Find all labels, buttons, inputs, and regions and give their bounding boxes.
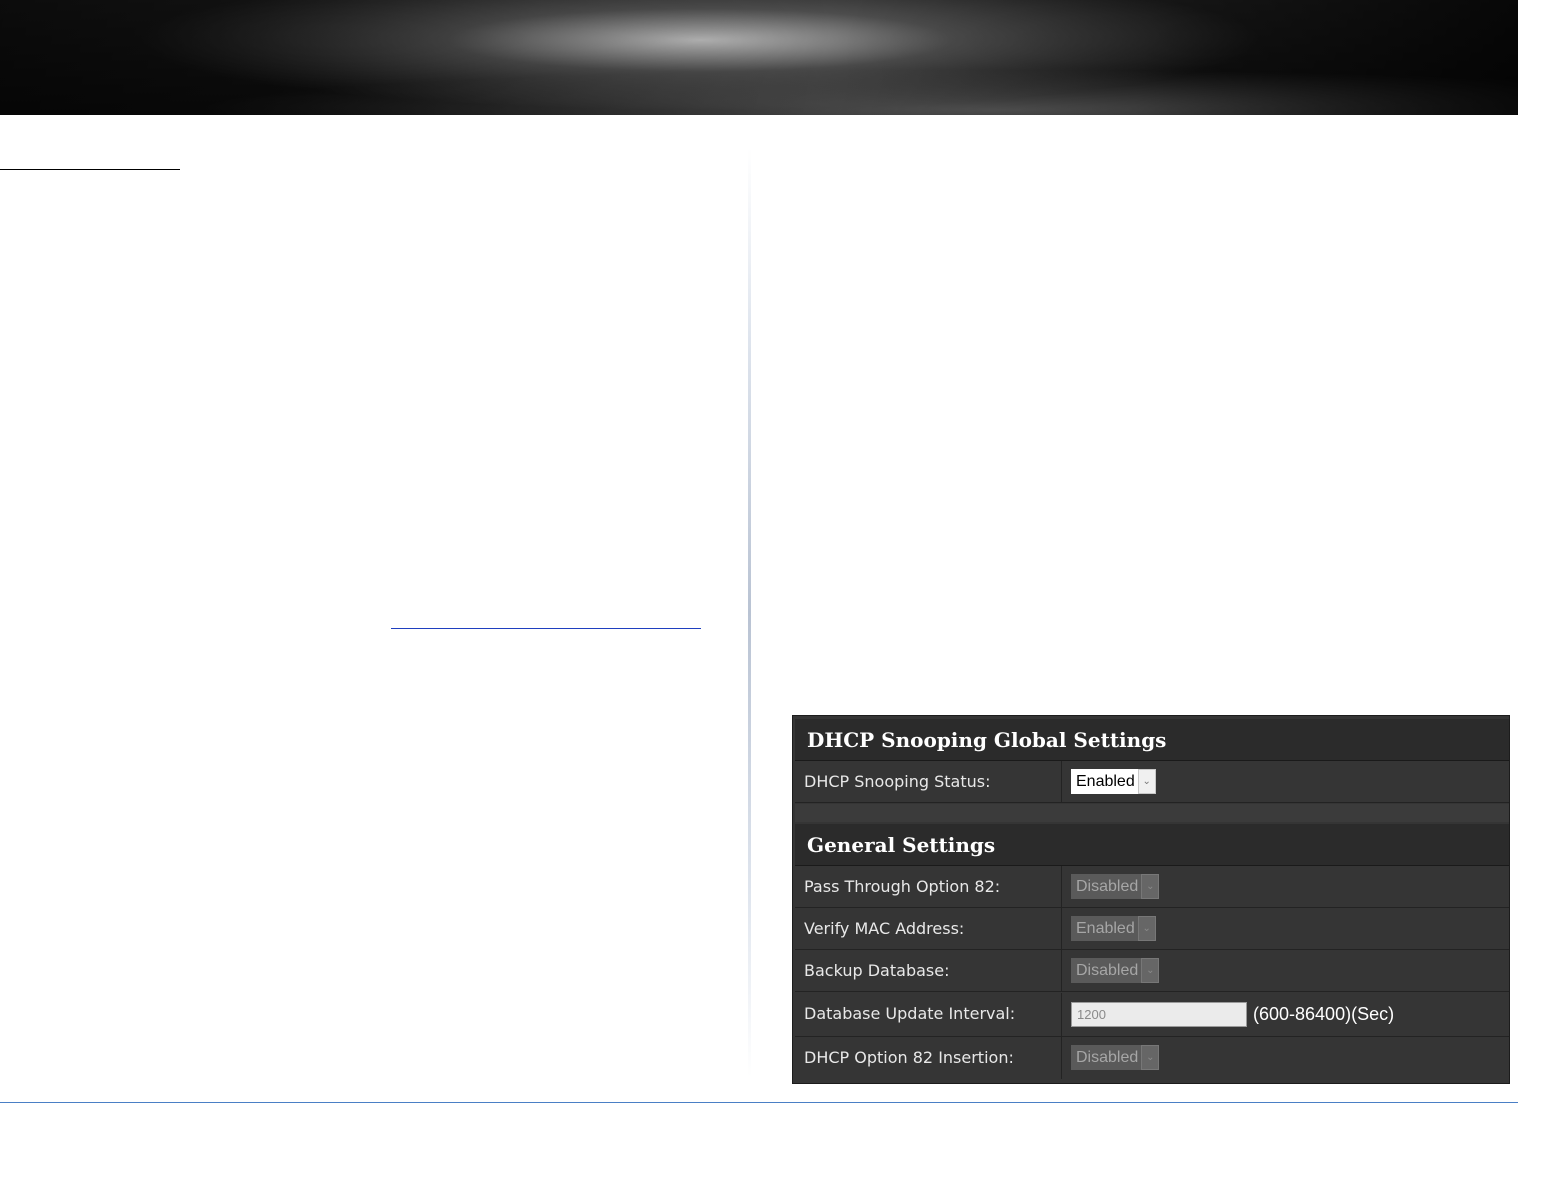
pass-through-option82-selected: Disabled	[1071, 874, 1142, 899]
pass-through-option82-label: Pass Through Option 82:	[795, 866, 1062, 907]
chevron-down-icon: ⌄	[1141, 874, 1160, 899]
backup-database-selected: Disabled	[1071, 958, 1142, 983]
verify-mac-address-row: Verify MAC Address: Enabled ⌄	[795, 908, 1509, 950]
header-banner-sheen	[0, 0, 1518, 115]
verify-mac-address-label: Verify MAC Address:	[795, 908, 1062, 949]
dhcp-snooping-panel: DHCP Snooping Global Settings DHCP Snoop…	[792, 715, 1510, 1084]
verify-mac-address-selected: Enabled	[1071, 916, 1138, 941]
option82-insertion-label: DHCP Option 82 Insertion:	[795, 1037, 1062, 1079]
chevron-down-icon: ⌄	[1141, 1045, 1160, 1070]
verify-mac-address-value: Enabled ⌄	[1063, 908, 1509, 949]
snooping-status-select[interactable]: Enabled ⌄	[1071, 769, 1156, 794]
backup-database-row: Backup Database: Disabled ⌄	[795, 950, 1509, 992]
database-update-interval-label: Database Update Interval:	[795, 993, 1062, 1036]
backup-database-label: Backup Database:	[795, 950, 1062, 991]
general-settings-title: General Settings	[795, 824, 1509, 866]
pass-through-option82-row: Pass Through Option 82: Disabled ⌄	[795, 866, 1509, 908]
pass-through-option82-select[interactable]: Disabled ⌄	[1071, 874, 1160, 899]
header-banner	[0, 0, 1518, 115]
database-update-interval-input[interactable]: 1200	[1071, 1002, 1247, 1027]
backup-database-value: Disabled ⌄	[1063, 950, 1509, 991]
chevron-down-icon: ⌄	[1137, 916, 1156, 941]
database-update-interval-range: (600-86400)(Sec)	[1253, 1004, 1395, 1024]
snooping-status-row: DHCP Snooping Status: Enabled ⌄	[795, 761, 1509, 803]
heading-underline	[0, 169, 180, 170]
option82-insertion-value: Disabled ⌄	[1063, 1037, 1509, 1079]
option82-insertion-selected: Disabled	[1071, 1045, 1142, 1070]
snooping-status-selected: Enabled	[1071, 769, 1138, 794]
database-update-interval-value: 1200 (600-86400)(Sec)	[1063, 993, 1509, 1036]
database-update-interval-row: Database Update Interval: 1200 (600-8640…	[795, 993, 1509, 1037]
link-underline	[391, 628, 701, 629]
pass-through-option82-value: Disabled ⌄	[1063, 866, 1509, 907]
snooping-status-label: DHCP Snooping Status:	[795, 761, 1062, 802]
footer-rule	[0, 1102, 1518, 1103]
backup-database-select[interactable]: Disabled ⌄	[1071, 958, 1160, 983]
chevron-down-icon: ⌄	[1141, 958, 1160, 983]
section-spacer	[795, 804, 1509, 822]
global-settings-title: DHCP Snooping Global Settings	[795, 719, 1509, 761]
chevron-down-icon: ⌄	[1137, 769, 1156, 794]
column-divider	[748, 148, 751, 1078]
option82-insertion-select[interactable]: Disabled ⌄	[1071, 1045, 1160, 1070]
snooping-status-value: Enabled ⌄	[1063, 761, 1509, 802]
option82-insertion-row: DHCP Option 82 Insertion: Disabled ⌄	[795, 1037, 1509, 1079]
verify-mac-address-select[interactable]: Enabled ⌄	[1071, 916, 1156, 941]
